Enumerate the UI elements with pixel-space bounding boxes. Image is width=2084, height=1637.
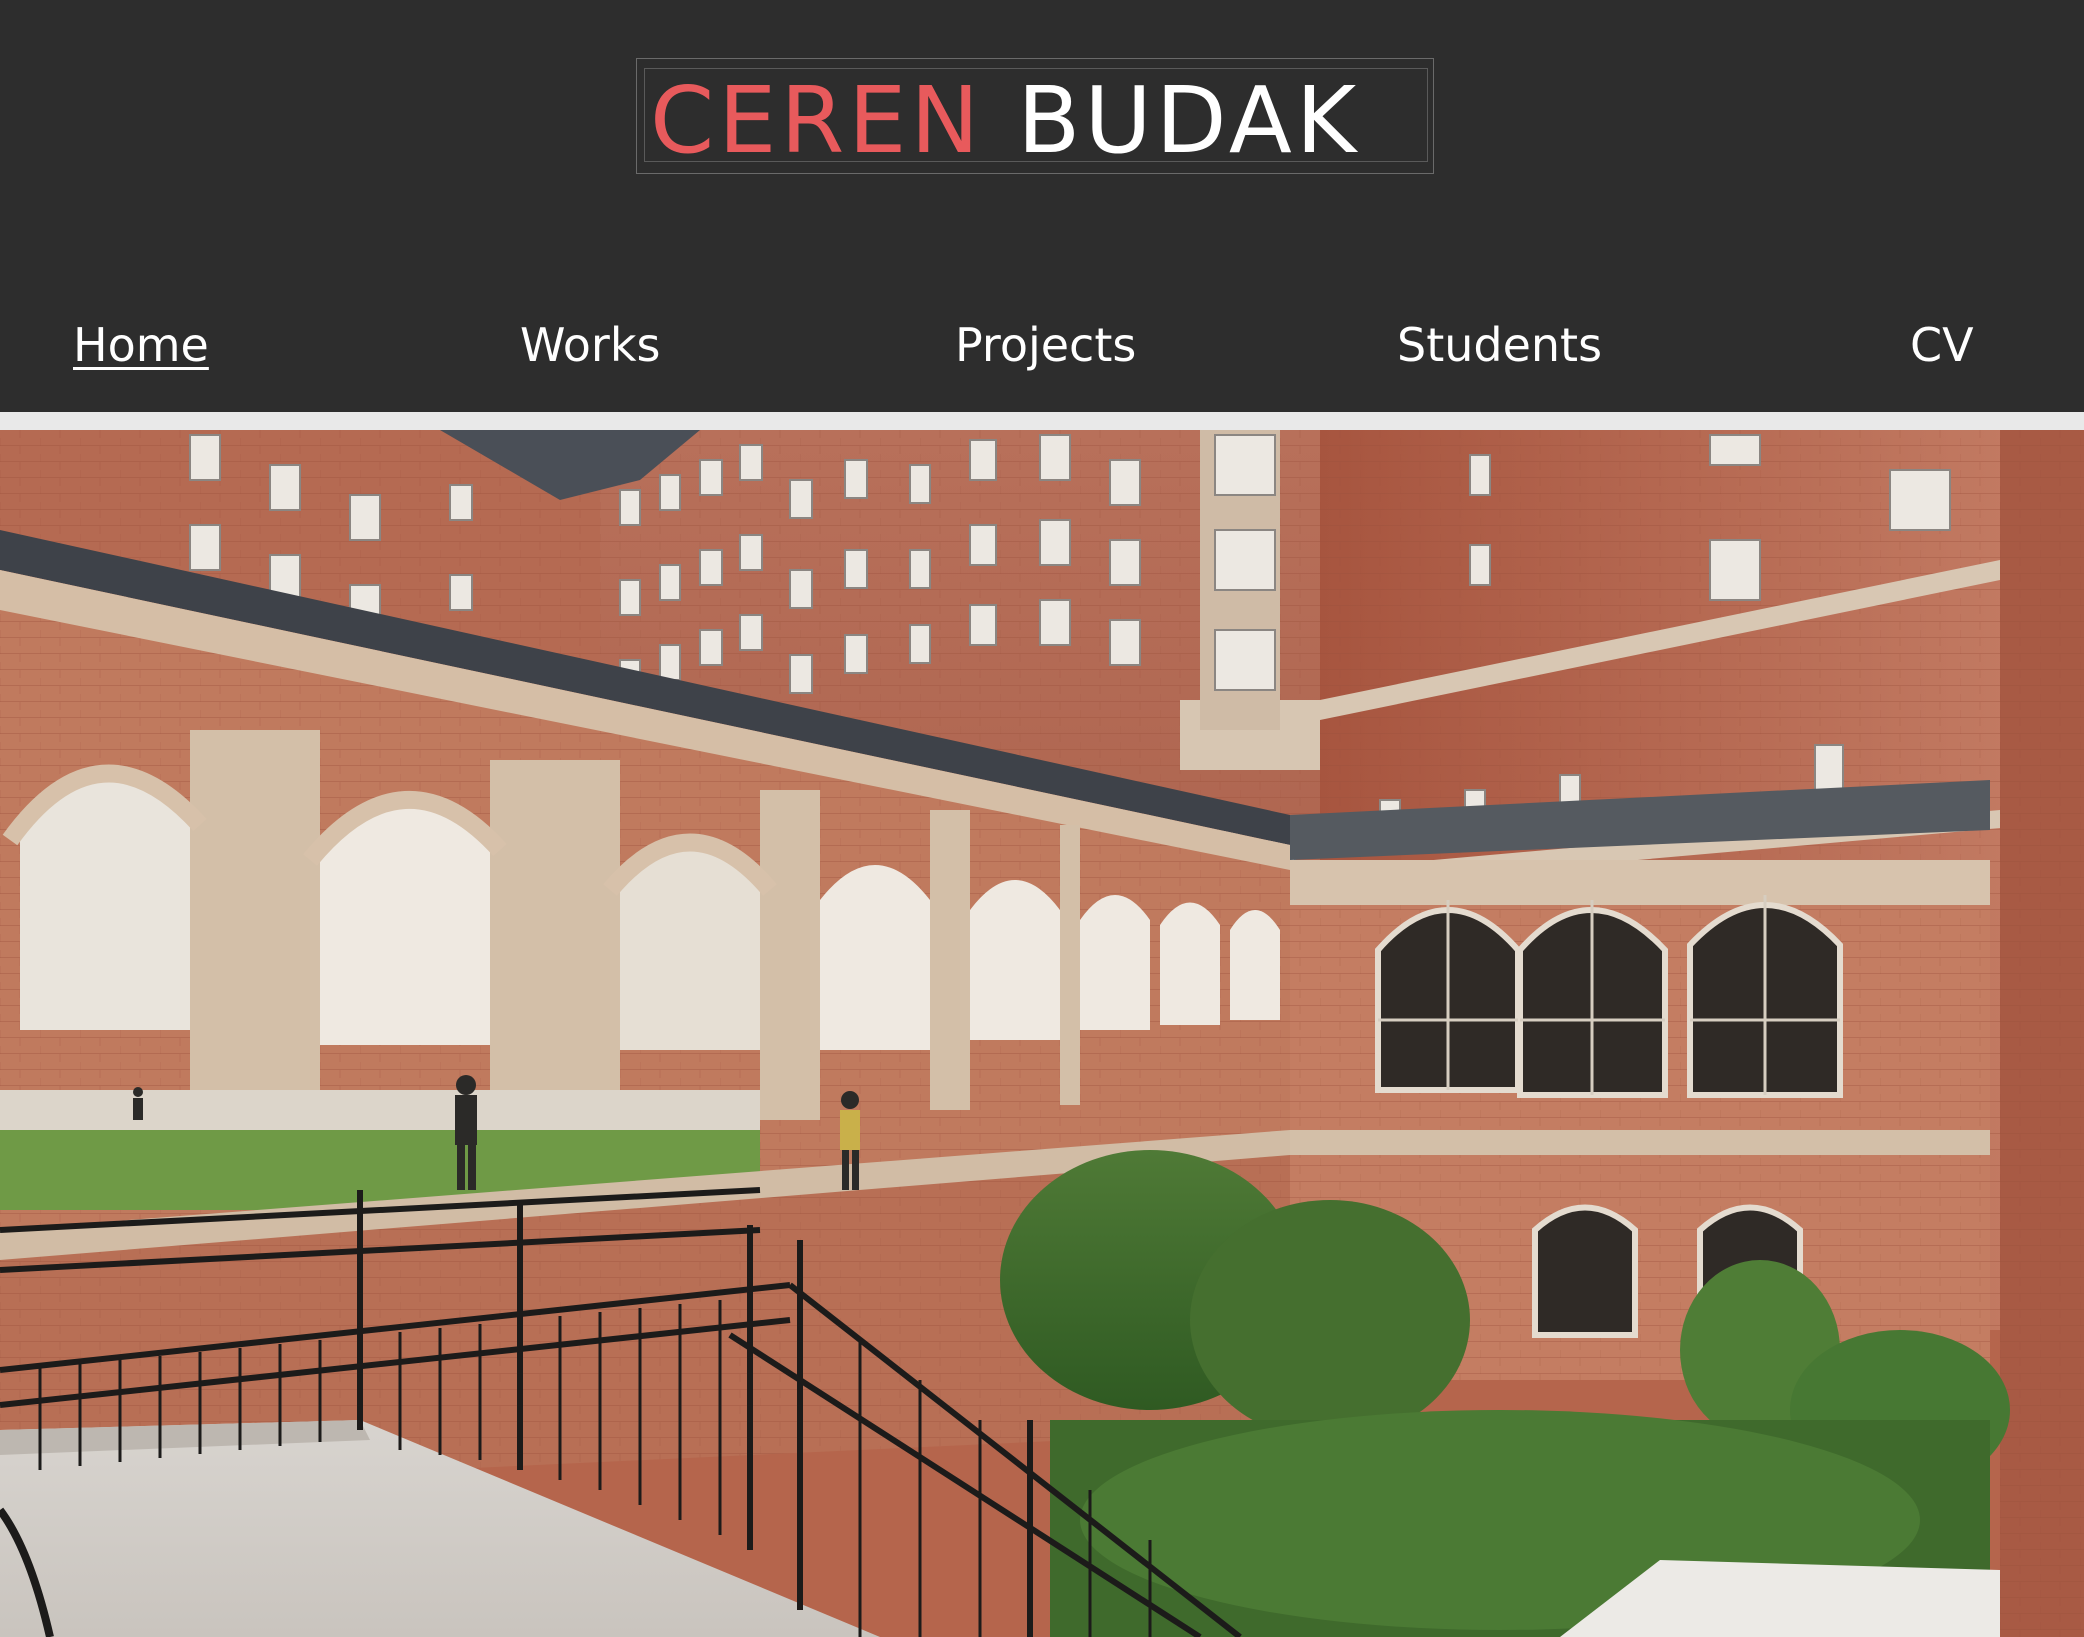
nav-item-home[interactable]: Home: [73, 318, 209, 373]
courtyard-illustration: [0, 430, 2084, 1637]
nav-item-works[interactable]: Works: [520, 318, 660, 373]
nav-item-cv[interactable]: CV: [1910, 318, 1974, 373]
header-divider: [0, 412, 2084, 430]
main-nav: Home Works Projects Students CV: [0, 300, 2084, 392]
logo-first-name: CEREN: [650, 67, 984, 174]
nav-item-projects[interactable]: Projects: [955, 318, 1136, 373]
hero-image: [0, 430, 2084, 1637]
site-logo[interactable]: CEREN BUDAK: [650, 66, 1360, 176]
nav-item-students[interactable]: Students: [1397, 318, 1602, 373]
site-header: CEREN BUDAK Home Works Projects Students…: [0, 0, 2084, 412]
logo-last-name: BUDAK: [1017, 67, 1361, 174]
